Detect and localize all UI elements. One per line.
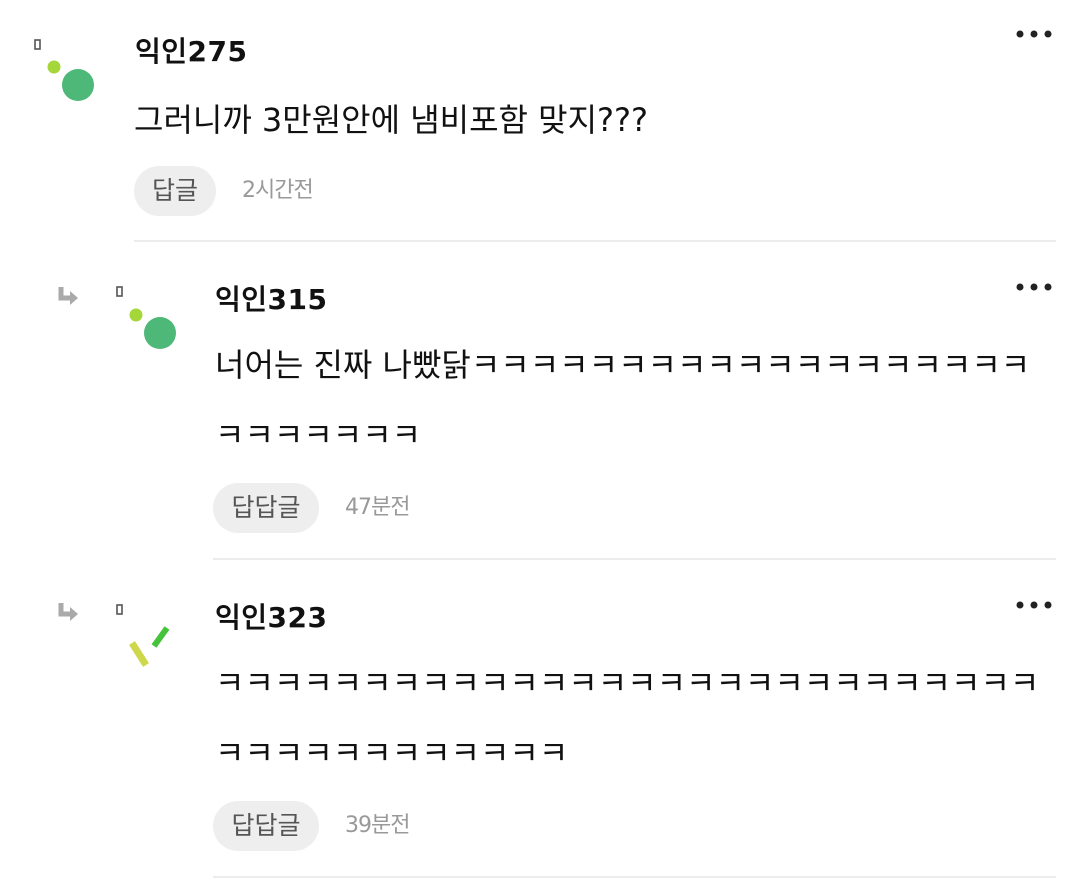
comment-author: 익인275	[135, 35, 248, 68]
comment-author: 익인323	[215, 601, 328, 634]
comment-item: 익인275 그러니까 3만원안에 냄비포함 맞지??? 답글 2시간전	[0, 0, 1080, 245]
comment-timestamp: 39분전	[345, 813, 410, 838]
reply-button[interactable]: 답답글	[213, 801, 319, 851]
divider	[134, 240, 1056, 242]
more-options-icon[interactable]	[1014, 26, 1054, 40]
green-dots-avatar-icon	[116, 286, 176, 349]
avatar[interactable]	[112, 283, 192, 363]
reply-arrow-icon	[56, 601, 82, 623]
avatar[interactable]	[112, 601, 192, 681]
avatar[interactable]	[30, 36, 110, 116]
divider	[213, 558, 1056, 560]
reply-button[interactable]: 답글	[134, 166, 216, 216]
comment-timestamp: 2시간전	[242, 178, 314, 203]
reply-arrow-icon	[56, 285, 82, 307]
comment-text: 그러니까 3만원안에 냄비포함 맞지???	[134, 101, 648, 139]
comment-text: 너어는 진짜 나빴닭ㅋㅋㅋㅋㅋㅋㅋㅋㅋㅋㅋㅋㅋㅋㅋㅋㅋㅋㅋㅋㅋㅋㅋㅋㅋㅋ	[215, 346, 1031, 454]
reply-comment-item: 익인323 ㅋㅋㅋㅋㅋㅋㅋㅋㅋㅋㅋㅋㅋㅋㅋㅋㅋㅋㅋㅋㅋㅋㅋㅋㅋㅋㅋㅋㅋㅋㅋㅋㅋㅋ…	[0, 563, 1080, 880]
yellow-green-dashes-avatar-icon	[116, 604, 170, 667]
reply-comment-item: 익인315 너어는 진짜 나빴닭ㅋㅋㅋㅋㅋㅋㅋㅋㅋㅋㅋㅋㅋㅋㅋㅋㅋㅋㅋㅋㅋㅋㅋㅋ…	[0, 245, 1080, 563]
green-dots-avatar-icon	[34, 39, 94, 101]
comment-text: ㅋㅋㅋㅋㅋㅋㅋㅋㅋㅋㅋㅋㅋㅋㅋㅋㅋㅋㅋㅋㅋㅋㅋㅋㅋㅋㅋㅋㅋㅋㅋㅋㅋㅋㅋㅋㅋㅋㅋㅋ	[215, 664, 1040, 772]
divider	[213, 876, 1056, 878]
comment-timestamp: 47분전	[345, 495, 410, 520]
more-options-icon[interactable]	[1014, 597, 1054, 611]
comment-author: 익인315	[215, 283, 328, 316]
more-options-icon[interactable]	[1014, 279, 1054, 293]
reply-button[interactable]: 답답글	[213, 483, 319, 533]
